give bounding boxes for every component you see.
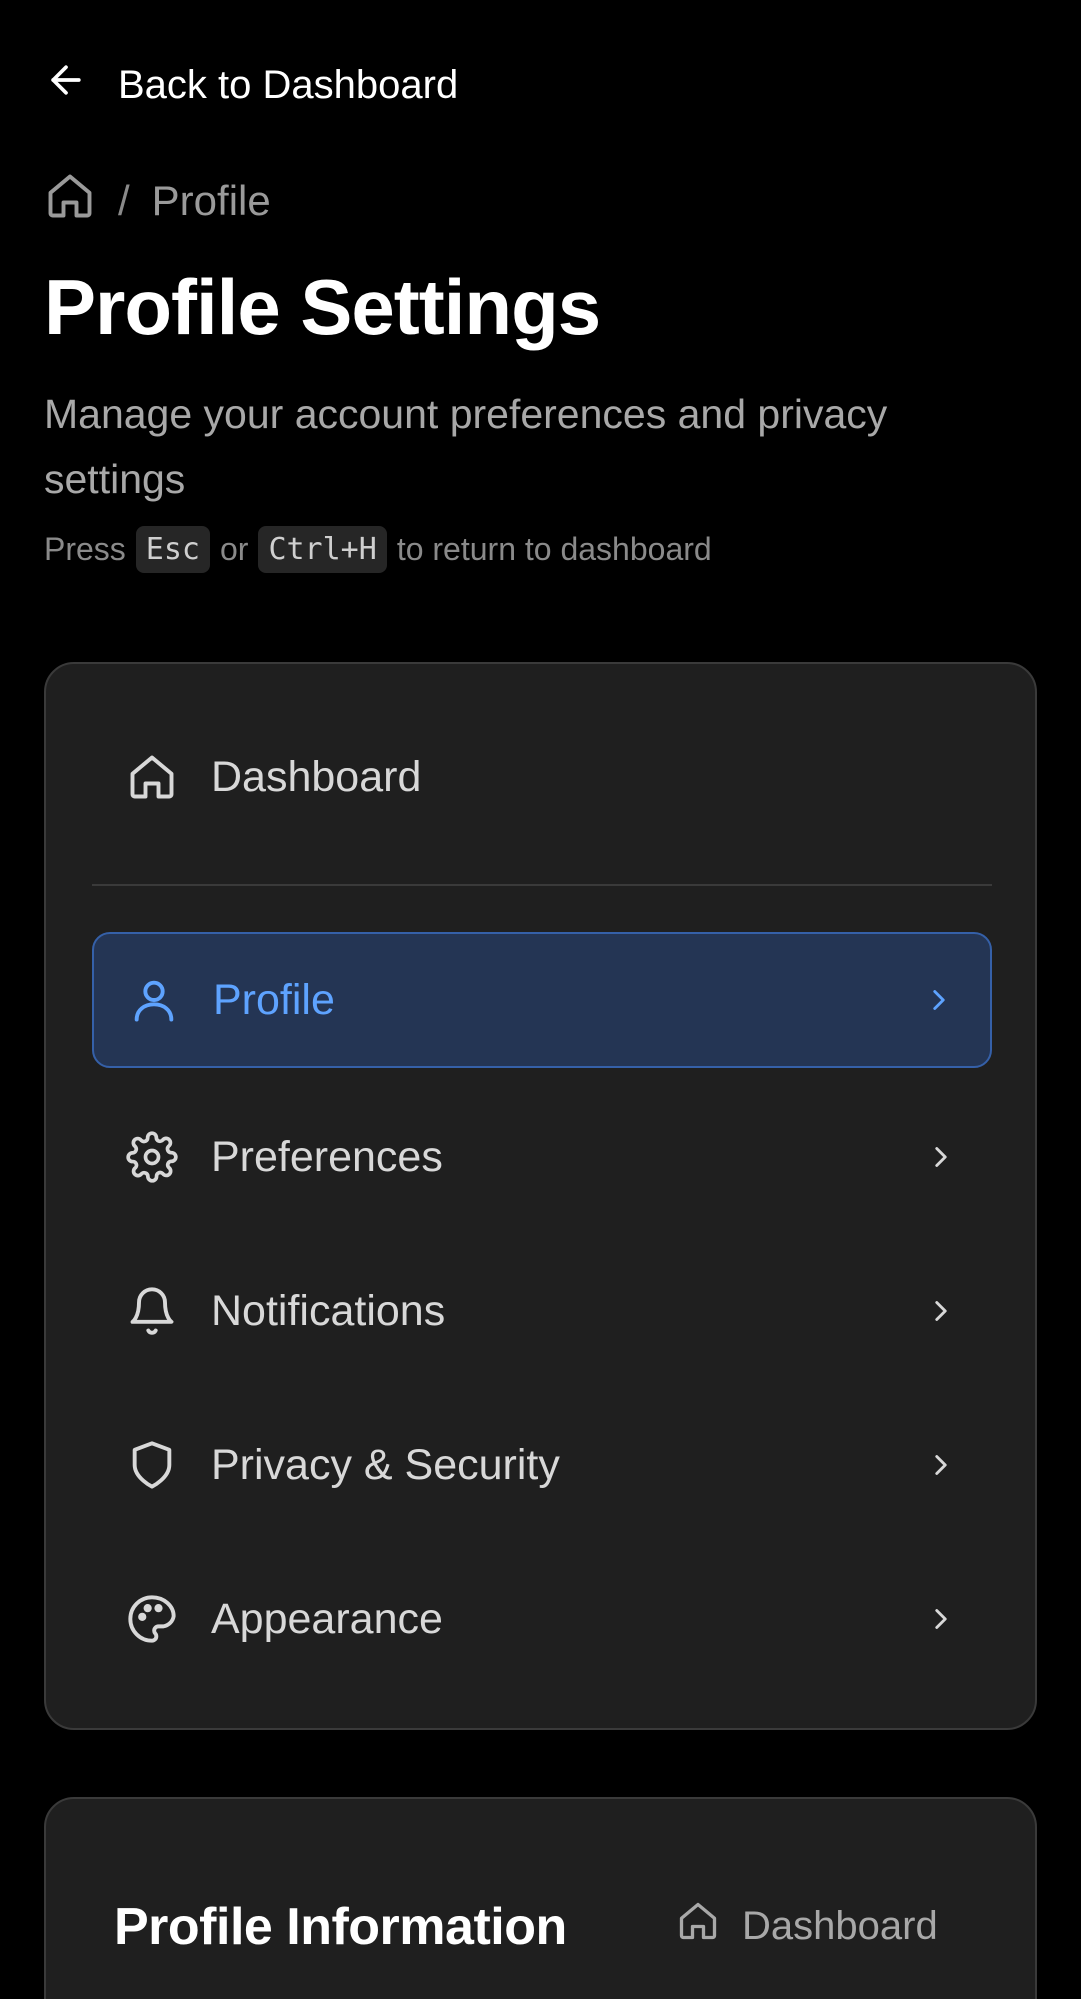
back-label: Back to Dashboard	[118, 62, 459, 107]
hint-or: or	[219, 531, 249, 567]
chevron-right-icon	[924, 1294, 958, 1328]
bell-icon	[126, 1285, 178, 1337]
hint-press: Press	[44, 531, 126, 567]
settings-nav-card: Dashboard Profile Preferences Notificati…	[44, 662, 1037, 1730]
ctrl-h-key: Ctrl+H	[258, 526, 387, 573]
home-icon[interactable]	[44, 170, 96, 232]
chevron-right-icon	[924, 1448, 958, 1482]
nav-item-preferences[interactable]: Preferences	[92, 1089, 992, 1225]
palette-icon	[126, 1593, 178, 1645]
nav-item-appearance[interactable]: Appearance	[92, 1551, 992, 1687]
section-title: Profile Information	[114, 1898, 567, 1956]
breadcrumb: / Profile	[44, 170, 271, 232]
chevron-right-icon	[924, 1140, 958, 1174]
arrow-left-icon	[44, 58, 88, 112]
nav-item-label: Dashboard	[211, 752, 422, 801]
nav-item-label: Profile	[213, 975, 335, 1024]
home-icon	[676, 1899, 720, 1953]
nav-item-label: Appearance	[211, 1594, 443, 1643]
breadcrumb-separator: /	[118, 177, 130, 224]
page-subtitle: Manage your account preferences and priv…	[44, 391, 888, 502]
gear-icon	[126, 1131, 178, 1183]
nav-item-dashboard[interactable]: Dashboard	[92, 709, 992, 845]
hint-suffix: to return to dashboard	[396, 531, 712, 567]
profile-settings-page: Back to Dashboard / Profile Profile Sett…	[0, 0, 1081, 1999]
back-to-dashboard-link[interactable]: Back to Dashboard	[44, 58, 458, 112]
nav-item-privacy-security[interactable]: Privacy & Security	[92, 1397, 992, 1533]
nav-item-label: Privacy & Security	[211, 1440, 560, 1489]
dashboard-link[interactable]: Dashboard	[676, 1899, 938, 1953]
chevron-right-icon	[922, 983, 956, 1017]
nav-item-profile[interactable]: Profile	[92, 932, 992, 1068]
breadcrumb-current: Profile	[151, 177, 271, 224]
nav-item-label: Notifications	[211, 1286, 446, 1335]
dashboard-link-label: Dashboard	[742, 1903, 938, 1948]
nav-divider	[92, 884, 992, 886]
keyboard-hint: Press Esc or Ctrl+H to return to dashboa…	[44, 526, 712, 573]
chevron-right-icon	[924, 1602, 958, 1636]
shield-icon	[126, 1439, 178, 1491]
user-icon	[128, 974, 180, 1026]
esc-key: Esc	[135, 526, 210, 573]
page-title: Profile Settings	[44, 263, 601, 351]
nav-item-label: Preferences	[211, 1132, 443, 1181]
nav-item-notifications[interactable]: Notifications	[92, 1243, 992, 1379]
profile-information-card: Profile Information Dashboard	[44, 1797, 1037, 1999]
home-icon	[126, 751, 178, 803]
